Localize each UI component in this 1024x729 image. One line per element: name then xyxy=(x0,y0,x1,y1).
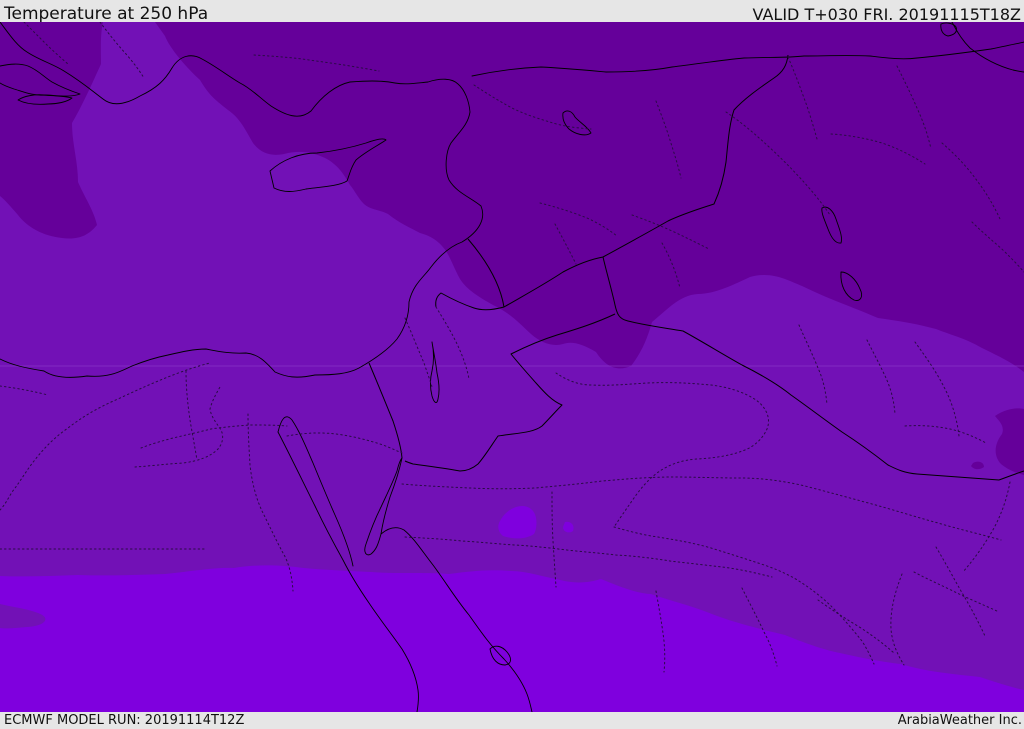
footer-bar: ECMWF MODEL RUN: 20191114T12Z ArabiaWeat… xyxy=(0,712,1024,729)
map-canvas xyxy=(0,22,1024,712)
header-bar: Temperature at 250 hPa VALID T+030 FRI. … xyxy=(0,0,1024,24)
weather-map-frame: Temperature at 250 hPa VALID T+030 FRI. … xyxy=(0,0,1024,729)
temperature-map[interactable] xyxy=(0,22,1024,712)
model-run-label: ECMWF MODEL RUN: 20191114T12Z xyxy=(4,713,245,728)
brand-label: ArabiaWeather Inc. xyxy=(897,713,1022,728)
